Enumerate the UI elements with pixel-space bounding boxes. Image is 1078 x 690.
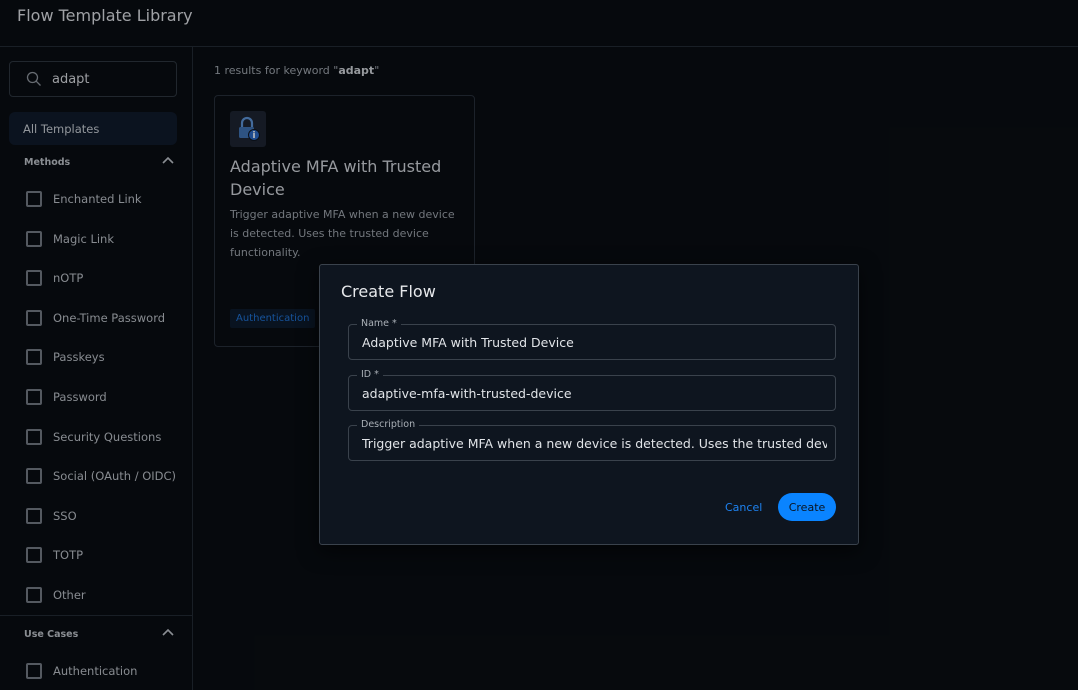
name-field[interactable]: Name * Adaptive MFA with Trusted Device bbox=[348, 318, 836, 360]
dialog-title: Create Flow bbox=[341, 282, 436, 301]
id-field[interactable]: ID * adaptive-mfa-with-trusted-device bbox=[348, 369, 836, 411]
description-field[interactable]: Description Trigger adaptive MFA when a n… bbox=[348, 419, 836, 461]
id-value: adaptive-mfa-with-trusted-device bbox=[362, 386, 572, 401]
name-value: Adaptive MFA with Trusted Device bbox=[362, 335, 574, 350]
name-label: Name * bbox=[357, 318, 401, 329]
cancel-button[interactable]: Cancel bbox=[725, 501, 762, 514]
create-flow-dialog: Create Flow Name * Adaptive MFA with Trus… bbox=[319, 264, 859, 545]
description-value: Trigger adaptive MFA when a new device i… bbox=[362, 436, 827, 451]
description-label: Description bbox=[357, 419, 420, 430]
create-button[interactable]: Create bbox=[778, 493, 836, 521]
id-label: ID * bbox=[357, 369, 383, 380]
